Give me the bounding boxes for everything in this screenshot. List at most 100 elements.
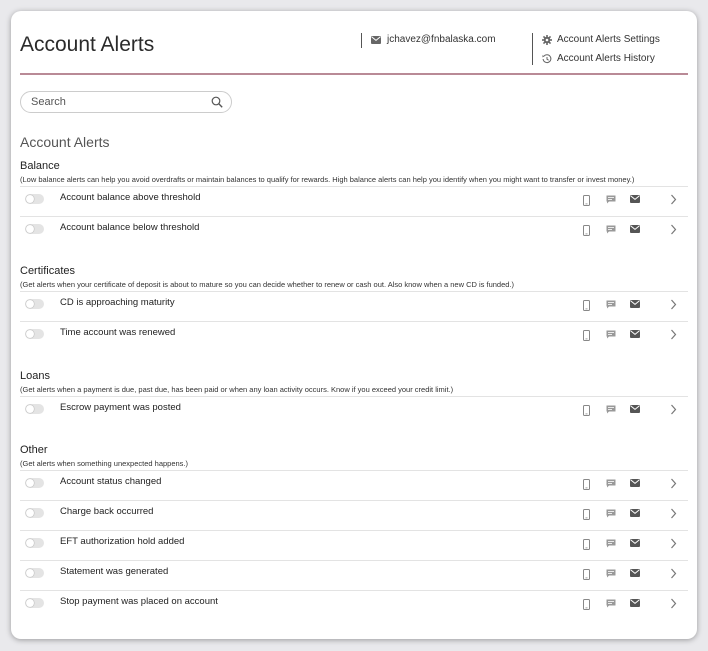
mobile-phone-icon[interactable] [583, 225, 590, 236]
alert-row[interactable]: Account balance above threshold [20, 186, 688, 216]
alert-row[interactable]: EFT authorization hold added [20, 530, 688, 560]
alert-label: Account balance below threshold [60, 222, 200, 233]
chat-bubble-icon[interactable] [606, 300, 616, 309]
alert-rows: CD is approaching maturity Time account w… [20, 291, 688, 351]
chevron-right-icon[interactable] [670, 329, 677, 340]
group-name: Loans [20, 370, 50, 382]
group-description: (Get alerts when your certificate of dep… [20, 280, 515, 289]
alert-toggle[interactable] [25, 404, 44, 414]
envelope-icon[interactable] [630, 539, 640, 547]
alert-rows: Escrow payment was posted [20, 396, 688, 426]
envelope-icon[interactable] [630, 300, 640, 308]
alert-row[interactable]: Escrow payment was posted [20, 396, 688, 426]
alert-group-loans: Loans (Get alerts when a payment is due, … [20, 369, 688, 426]
group-name: Other [20, 444, 48, 456]
chevron-right-icon[interactable] [670, 194, 677, 205]
alert-label: Stop payment was placed on account [60, 596, 218, 607]
chat-bubble-icon[interactable] [606, 599, 616, 608]
alert-toggle[interactable] [25, 568, 44, 578]
envelope-icon[interactable] [630, 330, 640, 338]
chevron-right-icon[interactable] [670, 478, 677, 489]
envelope-icon[interactable] [630, 479, 640, 487]
alert-group-certificates: Certificates (Get alerts when your certif… [20, 264, 688, 351]
chevron-right-icon[interactable] [670, 404, 677, 415]
chat-bubble-icon[interactable] [606, 330, 616, 339]
chevron-right-icon[interactable] [670, 508, 677, 519]
chevron-right-icon[interactable] [670, 538, 677, 549]
envelope-icon[interactable] [630, 405, 640, 413]
account-alerts-settings-link[interactable]: Account Alerts Settings [542, 34, 660, 45]
gear-icon [542, 34, 552, 45]
envelope-icon[interactable] [630, 599, 640, 607]
alert-label: Statement was generated [60, 566, 169, 577]
alert-label: CD is approaching maturity [60, 297, 175, 308]
chat-bubble-icon[interactable] [606, 195, 616, 204]
alert-toggle[interactable] [25, 538, 44, 548]
alert-row[interactable]: Stop payment was placed on account [20, 590, 688, 620]
alert-row[interactable]: CD is approaching maturity [20, 291, 688, 321]
envelope-icon [371, 35, 381, 44]
alert-row[interactable]: Account status changed [20, 470, 688, 500]
alert-rows: Account status changed Charge back occurr… [20, 470, 688, 620]
alert-toggle[interactable] [25, 598, 44, 608]
section-title: Account Alerts [20, 134, 110, 150]
chevron-right-icon[interactable] [670, 299, 677, 310]
chat-bubble-icon[interactable] [606, 405, 616, 414]
group-description: (Get alerts when a payment is due, past … [20, 385, 454, 394]
alert-label: Account status changed [60, 476, 162, 487]
chevron-right-icon[interactable] [670, 568, 677, 579]
header-divider-2 [532, 33, 533, 65]
group-description: (Low balance alerts can help you avoid o… [20, 175, 635, 184]
alert-row[interactable]: Statement was generated [20, 560, 688, 590]
chat-bubble-icon[interactable] [606, 569, 616, 578]
alert-label: Escrow payment was posted [60, 402, 181, 413]
alert-toggle[interactable] [25, 478, 44, 488]
envelope-icon[interactable] [630, 569, 640, 577]
alert-toggle[interactable] [25, 224, 44, 234]
mobile-phone-icon[interactable] [583, 479, 590, 490]
alert-label: Time account was renewed [60, 327, 176, 338]
header-rule [20, 73, 688, 75]
alert-row[interactable]: Charge back occurred [20, 500, 688, 530]
alert-label: Account balance above threshold [60, 192, 201, 203]
mobile-phone-icon[interactable] [583, 300, 590, 311]
alert-label: Charge back occurred [60, 506, 154, 517]
chevron-right-icon[interactable] [670, 598, 677, 609]
chat-bubble-icon[interactable] [606, 479, 616, 488]
alert-row[interactable]: Account balance below threshold [20, 216, 688, 246]
history-link-label: Account Alerts History [557, 53, 655, 64]
envelope-icon[interactable] [630, 509, 640, 517]
mobile-phone-icon[interactable] [583, 509, 590, 520]
alert-toggle[interactable] [25, 329, 44, 339]
mobile-phone-icon[interactable] [583, 569, 590, 580]
mobile-phone-icon[interactable] [583, 330, 590, 341]
alert-rows: Account balance above threshold Account b… [20, 186, 688, 246]
chat-bubble-icon[interactable] [606, 509, 616, 518]
mobile-phone-icon[interactable] [583, 599, 590, 610]
mobile-phone-icon[interactable] [583, 539, 590, 550]
history-icon [542, 53, 552, 63]
chevron-right-icon[interactable] [670, 224, 677, 235]
mobile-phone-icon[interactable] [583, 195, 590, 206]
header-divider [361, 33, 362, 48]
account-alerts-history-link[interactable]: Account Alerts History [542, 53, 655, 64]
alert-row[interactable]: Time account was renewed [20, 321, 688, 351]
user-email: jchavez@fnbalaska.com [371, 34, 496, 45]
alerts-card: Account Alerts jchavez@fnbalaska.com Acc… [11, 11, 697, 639]
envelope-icon[interactable] [630, 225, 640, 233]
chat-bubble-icon[interactable] [606, 539, 616, 548]
search-icon[interactable] [211, 96, 223, 108]
alert-group-other: Other (Get alerts when something unexpect… [20, 443, 688, 620]
alert-toggle[interactable] [25, 508, 44, 518]
envelope-icon[interactable] [630, 195, 640, 203]
alert-group-balance: Balance (Low balance alerts can help you … [20, 159, 688, 246]
search-input[interactable] [20, 91, 232, 113]
settings-link-label: Account Alerts Settings [557, 34, 660, 45]
user-email-text: jchavez@fnbalaska.com [387, 34, 496, 45]
mobile-phone-icon[interactable] [583, 405, 590, 416]
group-description: (Get alerts when something unexpected ha… [20, 459, 189, 468]
chat-bubble-icon[interactable] [606, 225, 616, 234]
alert-toggle[interactable] [25, 299, 44, 309]
alert-toggle[interactable] [25, 194, 44, 204]
group-name: Balance [20, 160, 60, 172]
